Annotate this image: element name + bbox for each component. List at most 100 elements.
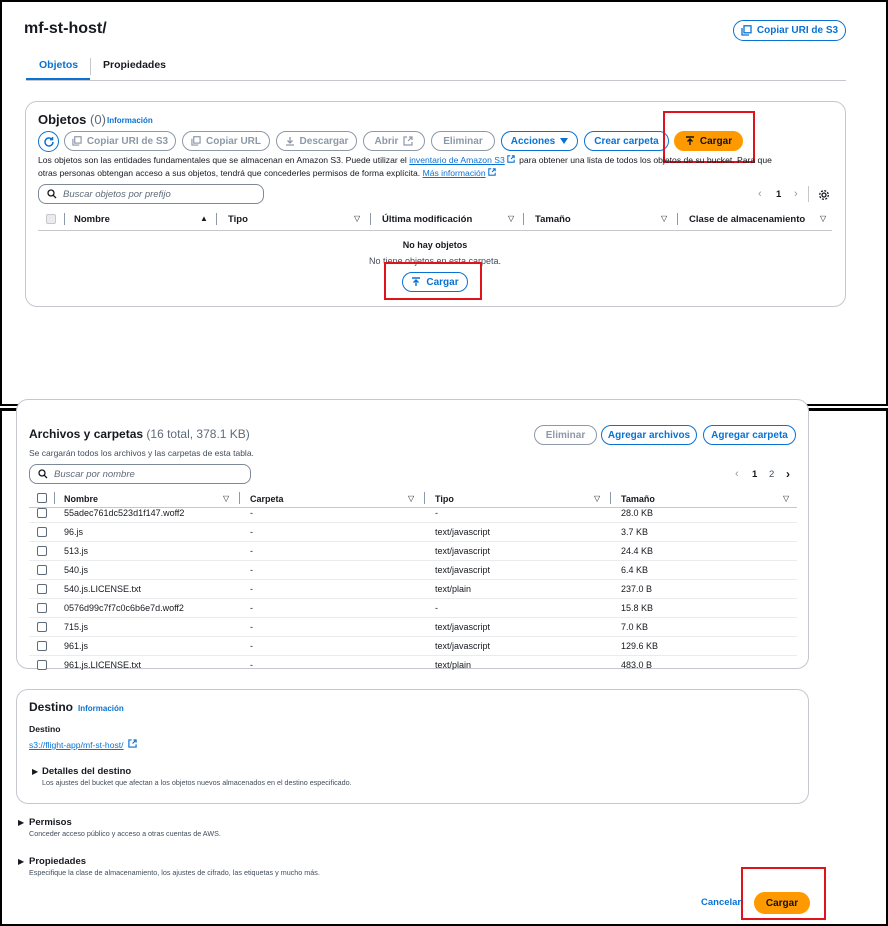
select-all-checkbox[interactable] xyxy=(37,493,47,503)
files-search-input[interactable]: Buscar por nombre xyxy=(29,464,251,484)
row-checkbox[interactable] xyxy=(37,641,47,651)
file-name-cell: 540.js xyxy=(64,565,89,575)
create-folder-button[interactable]: Crear carpeta xyxy=(584,131,669,151)
prev-page-icon[interactable]: ‹ xyxy=(758,188,762,200)
destination-url-row: s3://flight-app/mf-st-host/ xyxy=(29,739,137,750)
tab-objects[interactable]: Objetos xyxy=(39,59,78,71)
inventory-link[interactable]: inventario de Amazon S3 xyxy=(409,155,505,165)
type-cell: text/javascript xyxy=(435,527,491,537)
expand-caret-icon[interactable]: ▶ xyxy=(32,767,38,776)
size-cell: 3.7 KB xyxy=(621,527,649,537)
sort-icon[interactable]: ▽ xyxy=(508,214,514,223)
tabs-baseline xyxy=(26,80,846,81)
sort-icon[interactable]: ▽ xyxy=(223,494,229,503)
expand-caret-icon[interactable]: ▶ xyxy=(18,818,24,827)
download-button[interactable]: Descargar xyxy=(276,131,357,151)
destination-details-toggle[interactable]: Detalles del destino xyxy=(42,766,131,777)
external-link-icon xyxy=(487,168,496,176)
column-type[interactable]: Tipo xyxy=(228,214,248,225)
remove-label: Eliminar xyxy=(545,429,586,441)
size-cell: 6.4 KB xyxy=(621,565,649,575)
row-checkbox[interactable] xyxy=(37,660,47,670)
sort-icon[interactable]: ▽ xyxy=(661,214,667,223)
row-checkbox[interactable] xyxy=(37,565,47,575)
row-checkbox[interactable] xyxy=(37,584,47,594)
page-number[interactable]: 1 xyxy=(776,189,781,200)
column-size[interactable]: Tamaño xyxy=(621,494,655,504)
more-info-link[interactable]: Más información xyxy=(423,168,486,178)
delete-button[interactable]: Eliminar xyxy=(431,131,495,151)
properties-toggle[interactable]: Propiedades xyxy=(29,856,86,867)
column-name[interactable]: Nombre xyxy=(64,494,98,504)
add-folder-button[interactable]: Agregar carpeta xyxy=(703,425,796,445)
file-name-cell: 540.js.LICENSE.txt xyxy=(64,584,142,594)
table-row[interactable]: 513.js - text/javascript 24.4 KB xyxy=(2,542,888,561)
table-row[interactable]: 540.js - text/javascript 6.4 KB xyxy=(2,561,888,580)
size-cell: 28.0 KB xyxy=(621,508,654,518)
column-last-modified[interactable]: Última modificación xyxy=(382,214,472,225)
tab-properties[interactable]: Propiedades xyxy=(103,59,166,71)
table-row[interactable]: 540.js.LICENSE.txt - text/plain 237.0 B xyxy=(2,580,888,599)
size-cell: 24.4 KB xyxy=(621,546,654,556)
copy-icon xyxy=(191,136,201,146)
settings-gear-icon[interactable] xyxy=(818,188,830,206)
create-folder-label: Crear carpeta xyxy=(594,135,659,147)
refresh-button[interactable] xyxy=(38,131,59,152)
row-checkbox[interactable] xyxy=(37,508,47,518)
column-name[interactable]: Nombre xyxy=(74,214,110,225)
sort-icon[interactable]: ▽ xyxy=(820,214,826,223)
row-checkbox[interactable] xyxy=(37,527,47,537)
properties-text: Especifique la clase de almacenamiento, … xyxy=(29,868,320,877)
size-cell: 129.6 KB xyxy=(621,641,659,651)
page-2[interactable]: 2 xyxy=(769,469,774,480)
remove-button[interactable]: Eliminar xyxy=(534,425,597,445)
column-separator xyxy=(216,213,217,225)
table-row[interactable]: 0576d99c7f7c0c6b6e7d.woff2 - - 15.8 KB xyxy=(2,599,888,618)
external-link-icon xyxy=(128,739,137,748)
table-row[interactable]: 55adec761dc523d1f147.woff2 - - 28.0 KB xyxy=(2,508,888,523)
expand-caret-icon[interactable]: ▶ xyxy=(18,857,24,866)
copy-url-button[interactable]: Copiar URL xyxy=(182,131,270,151)
type-cell: - xyxy=(435,508,438,518)
objects-search-input[interactable]: Buscar objetos por prefijo xyxy=(38,184,264,204)
column-separator xyxy=(424,492,425,504)
actions-dropdown[interactable]: Acciones xyxy=(501,131,578,151)
destination-details-text: Los ajustes del bucket que afectan a los… xyxy=(42,778,352,787)
prev-page-icon[interactable]: ‹ xyxy=(735,468,739,480)
sort-icon[interactable]: ▽ xyxy=(354,214,360,223)
column-storage-class[interactable]: Clase de almacenamiento xyxy=(689,214,805,225)
row-checkbox[interactable] xyxy=(37,622,47,632)
copy-s3-uri-button[interactable]: Copiar URI de S3 xyxy=(733,20,846,41)
highlight-box xyxy=(384,262,482,300)
files-count: (16 total, 378.1 KB) xyxy=(146,427,250,441)
destination-info-link[interactable]: Información xyxy=(78,704,124,713)
destination-url-link[interactable]: s3://flight-app/mf-st-host/ xyxy=(29,740,124,750)
table-row[interactable]: 961.js - text/javascript 129.6 KB xyxy=(2,637,888,656)
table-row[interactable]: 96.js - text/javascript 3.7 KB xyxy=(2,523,888,542)
column-folder[interactable]: Carpeta xyxy=(250,494,284,504)
copy-uri-button[interactable]: Copiar URI de S3 xyxy=(64,131,176,151)
select-all-checkbox[interactable] xyxy=(46,214,56,224)
copy-icon xyxy=(72,136,82,146)
sort-icon[interactable]: ▽ xyxy=(783,494,789,503)
destination-heading: Destino xyxy=(29,700,74,714)
open-button[interactable]: Abrir xyxy=(363,131,425,151)
add-files-button[interactable]: Agregar archivos xyxy=(601,425,697,445)
sort-icon[interactable]: ▽ xyxy=(408,494,414,503)
column-size[interactable]: Tamaño xyxy=(535,214,571,225)
cancel-button[interactable]: Cancelar xyxy=(701,897,741,908)
sort-icon[interactable]: ▽ xyxy=(594,494,600,503)
table-row[interactable]: 961.js.LICENSE.txt - text/plain 483.0 B xyxy=(2,656,888,673)
next-page-icon[interactable]: › xyxy=(794,188,798,200)
permissions-toggle[interactable]: Permisos xyxy=(29,817,72,828)
file-name-cell: 55adec761dc523d1f147.woff2 xyxy=(64,508,185,518)
objects-info-link[interactable]: Información xyxy=(107,116,153,125)
sort-ascending-icon[interactable]: ▲ xyxy=(200,214,208,223)
folder-cell: - xyxy=(250,546,253,556)
column-type[interactable]: Tipo xyxy=(435,494,454,504)
row-checkbox[interactable] xyxy=(37,603,47,613)
table-row[interactable]: 715.js - text/javascript 7.0 KB xyxy=(2,618,888,637)
next-page-icon[interactable]: › xyxy=(786,467,790,481)
page-1[interactable]: 1 xyxy=(752,469,757,480)
row-checkbox[interactable] xyxy=(37,546,47,556)
